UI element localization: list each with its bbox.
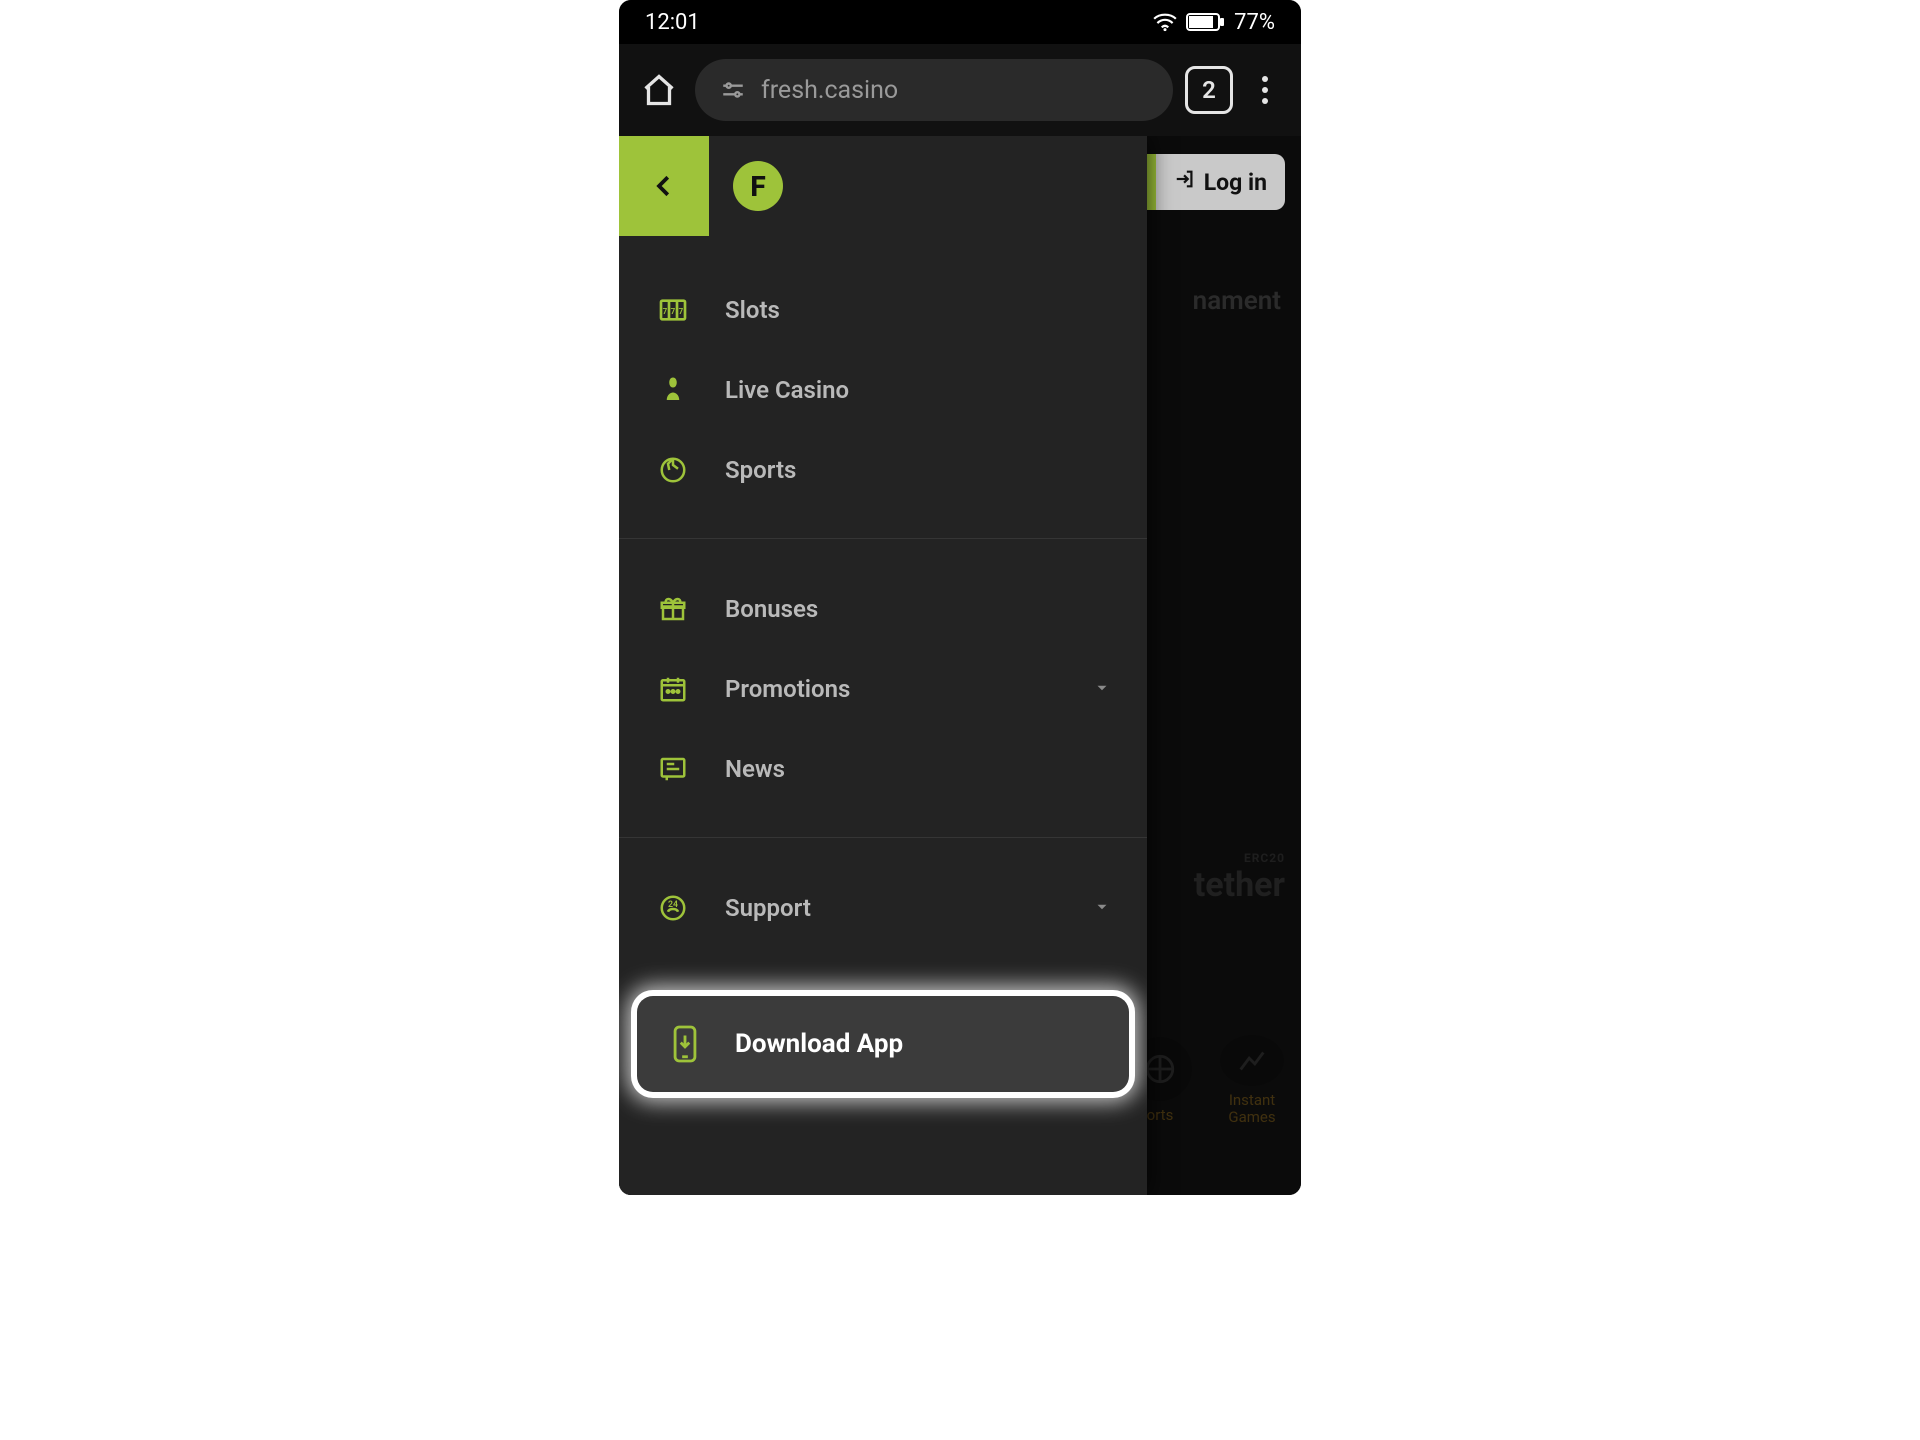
login-icon — [1174, 168, 1196, 196]
menu-label: Slots — [725, 296, 780, 324]
hero-fragment: nament — [1193, 286, 1281, 316]
menu-section-offers: Bonuses Promotions — [619, 569, 1147, 838]
news-icon — [655, 751, 691, 787]
menu-label: Live Casino — [725, 376, 849, 404]
url-bar[interactable]: fresh.casino — [695, 59, 1173, 121]
sports-icon — [655, 452, 691, 488]
browser-menu-button[interactable] — [1245, 66, 1285, 114]
side-drawer: F 7 7 7 Slots — [619, 136, 1147, 1195]
wifi-icon — [1152, 12, 1178, 32]
status-time: 12:01 — [645, 10, 700, 35]
battery-icon — [1186, 12, 1226, 32]
menu-label: News — [725, 755, 785, 783]
tether-label: ERC20 tether — [1194, 851, 1285, 905]
drawer-menu: 7 7 7 Slots Live Casino — [619, 236, 1147, 1195]
chevron-down-icon — [1093, 675, 1111, 703]
menu-item-promotions[interactable]: Promotions — [619, 649, 1147, 729]
menu-item-live-casino[interactable]: Live Casino — [619, 350, 1147, 430]
slots-icon: 7 7 7 — [655, 292, 691, 328]
chevron-down-icon — [1093, 894, 1111, 922]
status-bar: 12:01 77% — [619, 0, 1301, 44]
menu-section-help: 24 Support — [619, 868, 1147, 976]
download-phone-icon — [665, 1024, 705, 1064]
menu-item-sports[interactable]: Sports — [619, 430, 1147, 510]
browser-bar: fresh.casino 2 — [619, 44, 1301, 136]
back-button[interactable] — [619, 136, 709, 236]
menu-section-games: 7 7 7 Slots Live Casino — [619, 270, 1147, 539]
more-icon — [1262, 76, 1268, 104]
promotions-icon — [655, 671, 691, 707]
live-casino-icon — [655, 372, 691, 408]
tabs-button[interactable]: 2 — [1185, 66, 1233, 114]
svg-text:7: 7 — [671, 307, 676, 316]
bonuses-icon — [655, 591, 691, 627]
instant-games-icon — [1220, 1035, 1284, 1086]
page-area: nament ERC20 tether orts Instant Games — [619, 136, 1301, 1195]
site-settings-icon[interactable] — [719, 76, 747, 104]
download-highlight: Download App — [631, 990, 1135, 1098]
tabs-count: 2 — [1202, 76, 1216, 104]
download-label: Download App — [735, 1029, 903, 1059]
battery-percent: 77% — [1234, 10, 1275, 35]
url-text: fresh.casino — [761, 76, 898, 105]
menu-label: Bonuses — [725, 595, 818, 623]
svg-text:24: 24 — [668, 900, 678, 910]
menu-item-slots[interactable]: 7 7 7 Slots — [619, 270, 1147, 350]
support-icon: 24 — [655, 890, 691, 926]
menu-item-support[interactable]: 24 Support — [619, 868, 1147, 948]
brand-logo[interactable]: F — [733, 161, 783, 211]
download-app-button[interactable]: Download App — [637, 996, 1129, 1092]
login-button[interactable]: Log in — [1156, 154, 1285, 210]
phone-frame: 12:01 77% — [619, 0, 1301, 1195]
menu-item-bonuses[interactable]: Bonuses — [619, 569, 1147, 649]
home-button[interactable] — [635, 66, 683, 114]
drawer-header: F — [619, 136, 1147, 236]
svg-text:7: 7 — [679, 307, 684, 316]
menu-label: Support — [725, 894, 811, 922]
svg-text:7: 7 — [663, 307, 668, 316]
menu-label: Sports — [725, 456, 796, 484]
status-right: 77% — [1152, 10, 1275, 35]
menu-label: Promotions — [725, 675, 850, 703]
login-label: Log in — [1204, 169, 1267, 196]
menu-item-news[interactable]: News — [619, 729, 1147, 809]
